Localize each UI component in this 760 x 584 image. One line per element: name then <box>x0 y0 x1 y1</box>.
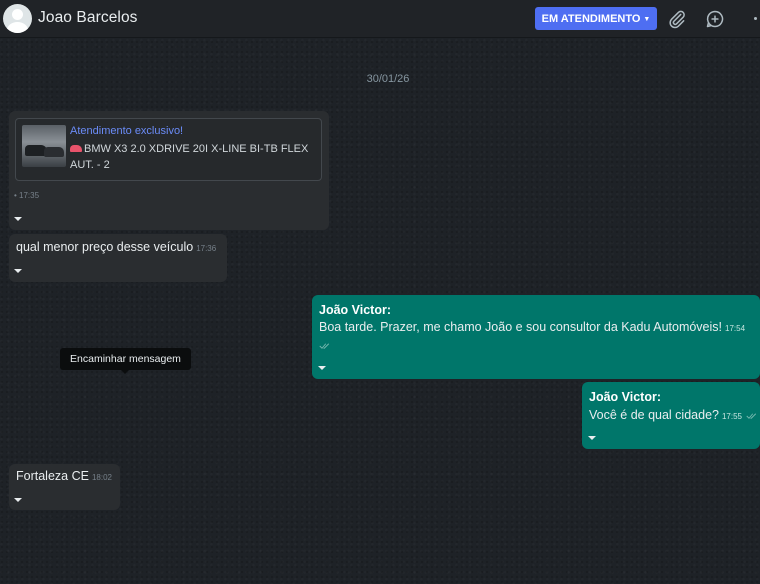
chevron-down-icon[interactable] <box>14 217 22 221</box>
product-title: Atendimento exclusivo! <box>70 125 184 137</box>
car-shape <box>44 147 64 157</box>
message-text: Boa tarde. Prazer, me chamo João e sou c… <box>319 320 723 334</box>
chevron-down-icon: ▼ <box>643 15 651 23</box>
message-text: qual menor preço desse veículo <box>16 240 194 254</box>
message-time: 17:55 <box>721 412 742 421</box>
forward-message-tooltip: Encaminhar mensagem <box>60 348 191 374</box>
status-button-label: EM ATENDIMENTO <box>541 12 641 25</box>
more-menu-icon[interactable] <box>754 17 757 20</box>
message-time: 17:54 <box>725 324 746 333</box>
date-separator: 30/01/26 <box>366 73 410 85</box>
message-bubble-incoming[interactable]: qual menor preço desse veículo 17:36 <box>9 234 227 282</box>
sender-name: João Victor: <box>319 303 392 317</box>
product-description: BMW X3 2.0 XDRIVE 20I X-LINE BI-TB FLEX … <box>70 141 315 173</box>
message-bubble-outgoing[interactable]: João Victor: Boa tarde. Prazer, me chamo… <box>312 295 760 379</box>
avatar-body-shape <box>7 22 28 33</box>
chevron-down-icon[interactable] <box>588 436 596 440</box>
status-dropdown-button[interactable]: EM ATENDIMENTO ▼ <box>535 7 657 30</box>
product-desc-text: BMW X3 2.0 XDRIVE 20I X-LINE BI-TB FLEX … <box>70 143 309 171</box>
car-thumbnail-image <box>22 125 66 167</box>
car-emoji-icon <box>70 144 82 152</box>
chevron-down-icon[interactable] <box>318 366 326 370</box>
chat-header: Joao Barcelos EM ATENDIMENTO ▼ <box>0 0 760 38</box>
sender-name: João Victor: <box>589 390 662 404</box>
message-time-value: 17:35 <box>19 191 40 200</box>
double-check-icon <box>746 413 757 419</box>
message-time: 17:36 <box>196 244 217 253</box>
contact-name[interactable]: Joao Barcelos <box>38 9 138 27</box>
avatar[interactable] <box>3 4 32 33</box>
chevron-down-icon[interactable] <box>14 498 22 502</box>
message-bubble-incoming[interactable]: Fortaleza CE 18:02 <box>9 464 120 510</box>
message-bubble-outgoing[interactable]: João Victor: Você é de qual cidade? 17:55 <box>582 382 760 449</box>
chevron-down-icon[interactable] <box>14 269 22 273</box>
message-time: • 17:35 <box>14 191 40 200</box>
product-card[interactable]: Atendimento exclusivo! BMW X3 2.0 XDRIVE… <box>15 118 322 181</box>
new-chat-icon[interactable] <box>705 9 725 29</box>
double-check-icon <box>319 343 330 349</box>
avatar-head-shape <box>12 9 23 20</box>
paperclip-icon[interactable] <box>667 9 687 29</box>
message-text: Você é de qual cidade? <box>589 408 719 422</box>
message-text: Fortaleza CE <box>16 469 89 483</box>
message-time: 18:02 <box>91 473 112 482</box>
